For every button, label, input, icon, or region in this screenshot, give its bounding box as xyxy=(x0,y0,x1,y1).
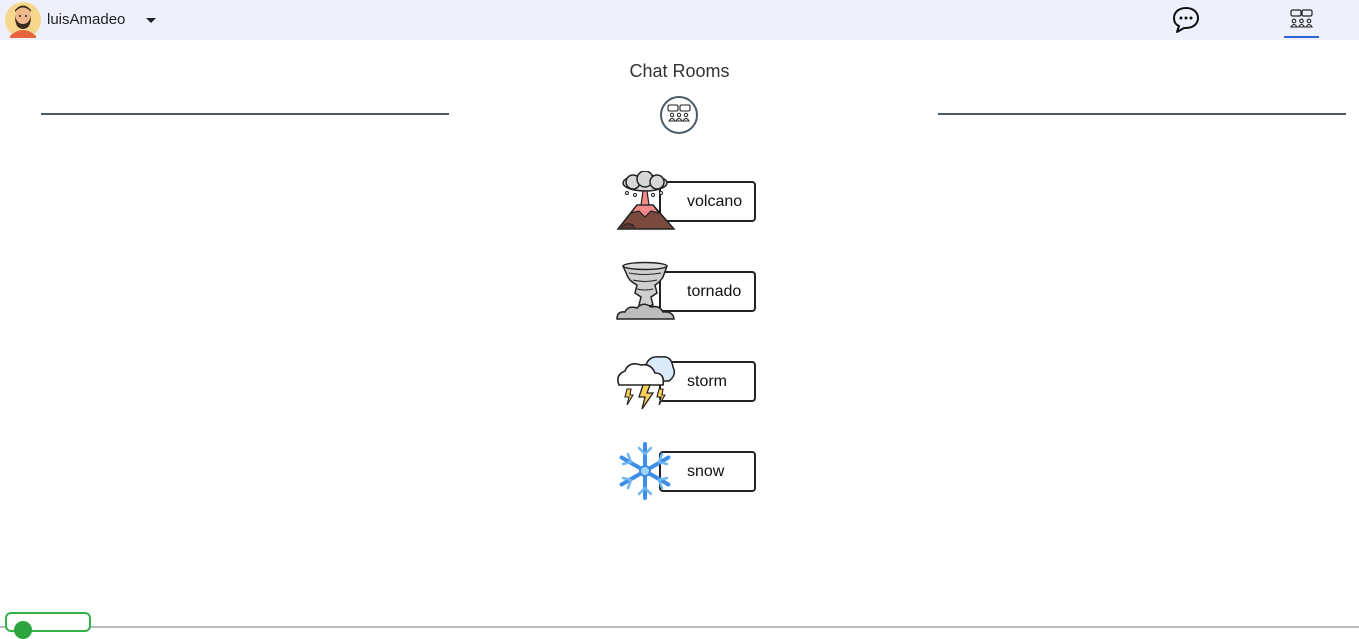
room-label[interactable]: volcano xyxy=(687,193,742,211)
volcano-icon xyxy=(616,171,676,230)
room-volcano[interactable]: volcano xyxy=(615,171,758,231)
divider-left xyxy=(41,113,449,115)
divider-right xyxy=(938,113,1346,115)
active-tab-indicator xyxy=(1284,36,1319,38)
caret-down-icon[interactable] xyxy=(145,13,157,27)
chat-rooms-icon[interactable] xyxy=(1284,5,1319,35)
chat-rooms-icon xyxy=(667,104,691,122)
room-label[interactable]: storm xyxy=(687,373,727,391)
tornado-icon xyxy=(616,261,675,320)
room-tornado[interactable]: tornado xyxy=(615,261,758,321)
chat-bubble-icon[interactable] xyxy=(1170,5,1202,35)
top-bar: luisAmadeo xyxy=(0,0,1359,40)
avatar[interactable] xyxy=(5,2,41,38)
rooms-badge xyxy=(660,96,698,134)
page-title: Chat Rooms xyxy=(629,61,730,81)
room-label[interactable]: snow xyxy=(687,463,724,481)
room-snow[interactable]: snow xyxy=(615,441,758,501)
room-label[interactable]: tornado xyxy=(687,283,741,301)
storm-icon xyxy=(617,355,676,410)
username[interactable]: luisAmadeo xyxy=(47,11,125,28)
online-status-dot xyxy=(14,621,32,639)
room-storm[interactable]: storm xyxy=(615,351,758,411)
snowflake-icon xyxy=(619,442,671,500)
